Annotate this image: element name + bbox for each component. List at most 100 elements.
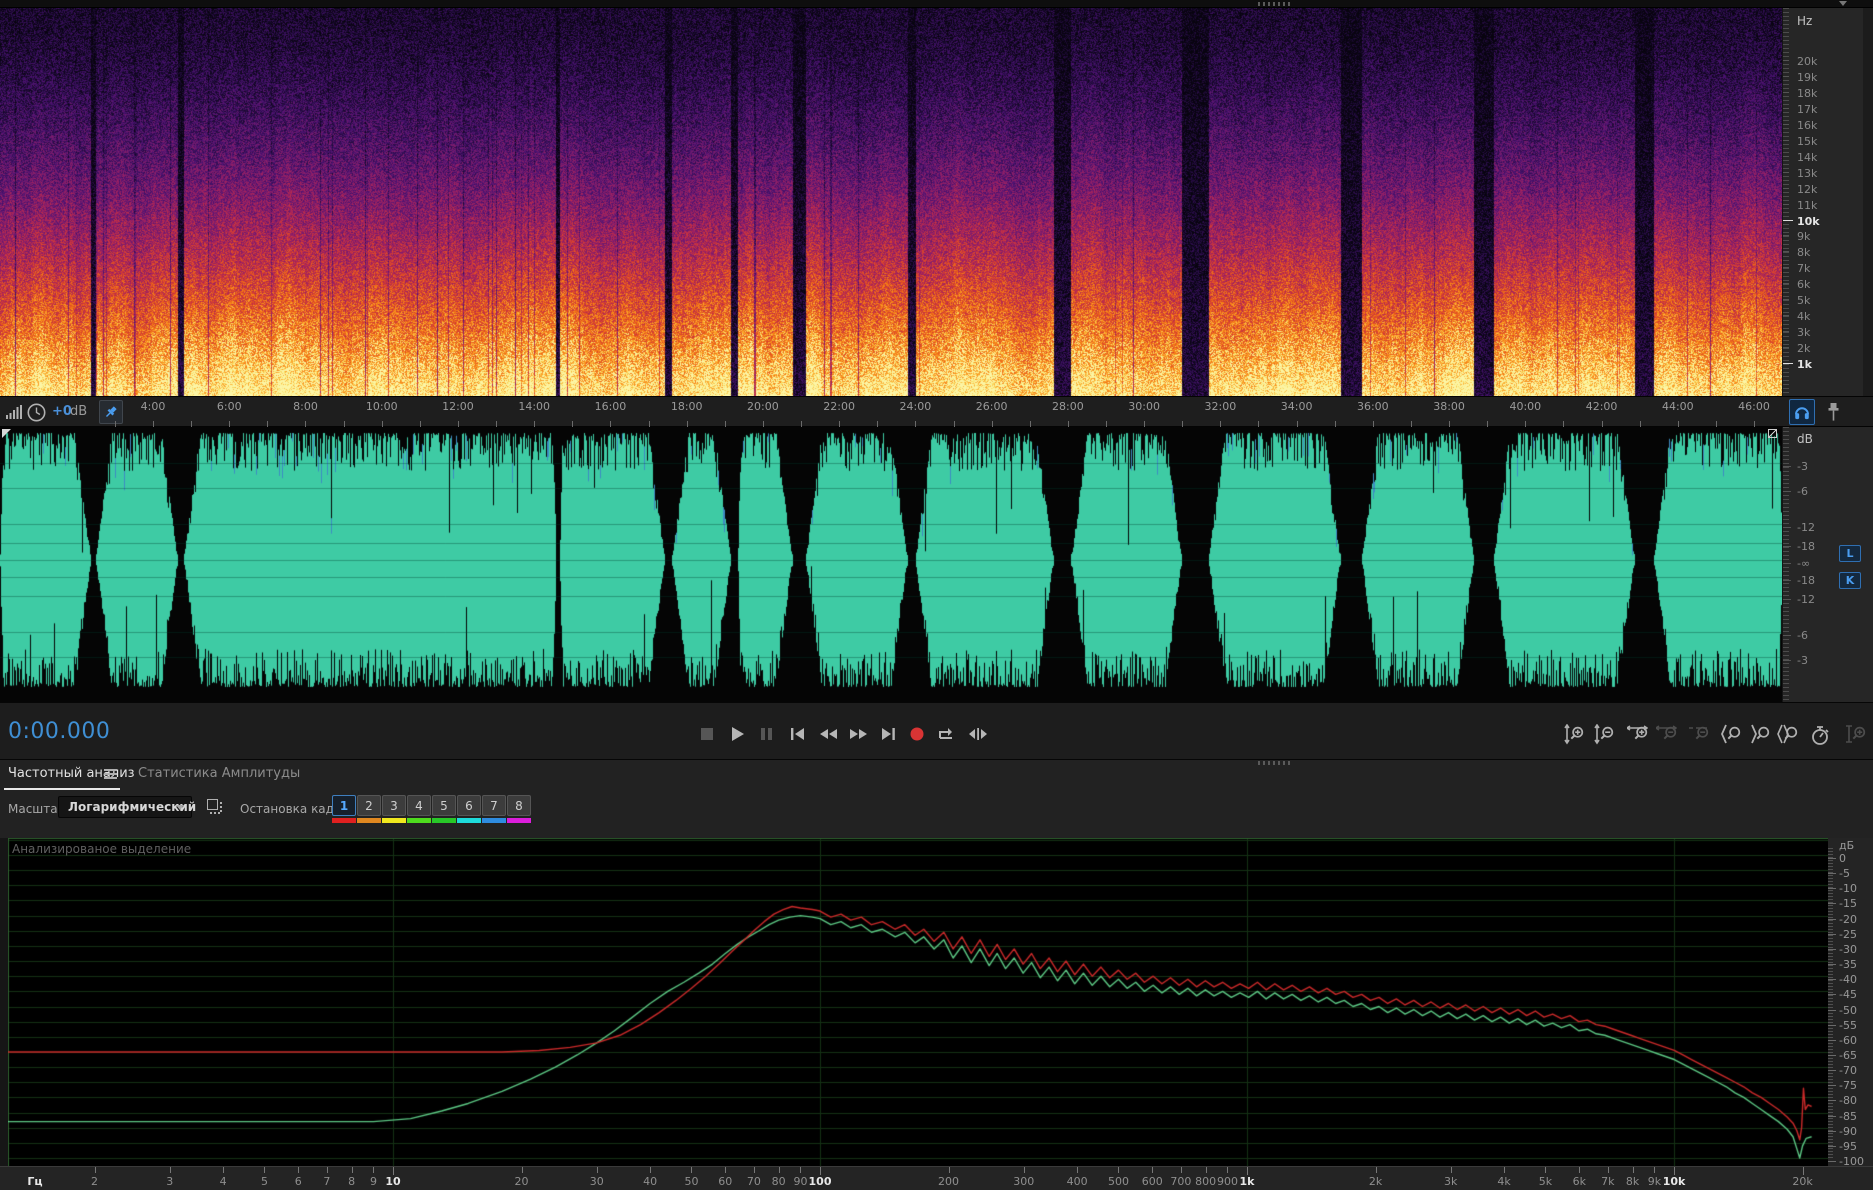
- hz-label-16k: 16k: [1797, 118, 1818, 132]
- hz-tick: [1783, 60, 1789, 61]
- plot-freq-label-700: 700: [1170, 1175, 1192, 1188]
- timeline-label: 22:00: [823, 400, 856, 413]
- hold-frame-button-8[interactable]: 8: [507, 795, 531, 816]
- timeline-ruler[interactable]: 4:00 6:00 8:00 10:00 12:00 14:00 16:00 18:00 20:…: [0, 397, 1782, 428]
- hz-tick: [1783, 299, 1789, 301]
- pause-button[interactable]: [752, 721, 780, 747]
- amplitude-scale-ruler[interactable]: dB LK -3 -3 -6 -6 -12 -12 -18 -18 -∞: [1782, 427, 1873, 702]
- spectrogram-panel: Hz 20k 19k 18k 17k 16k 15k 14k 13k 12k 11k 10k 9k 8k…: [0, 8, 1873, 396]
- vertical-scrollbar[interactable]: [1863, 8, 1873, 396]
- plot-freq-label-70: 70: [746, 1175, 761, 1188]
- waveform-panel: dB LK -3 -3 -6 -6 -12 -12 -18 -18 -∞: [0, 427, 1873, 702]
- waveform-canvas[interactable]: [0, 427, 1782, 702]
- plot-freq-tick: [94, 1167, 96, 1173]
- scrollbar-up-arrow[interactable]: [1839, 1, 1847, 6]
- zoom-reset-button[interactable]: [1684, 721, 1712, 747]
- hz-label-2k: 2k: [1797, 342, 1811, 356]
- hold-frame-button-2[interactable]: 2: [357, 795, 381, 816]
- plot-freq-label-100: 100: [808, 1175, 832, 1188]
- copy-frame-icon[interactable]: [206, 798, 224, 816]
- playhead-time-display[interactable]: 0:00.000: [8, 719, 110, 744]
- tab-amplitude-statistics[interactable]: Статистика Амплитуды: [138, 766, 300, 781]
- hz-label-14k: 14k: [1797, 150, 1818, 164]
- plot-freq-label-8: 8: [348, 1175, 356, 1188]
- panel-corner-grip[interactable]: [2, 429, 11, 438]
- hz-label-7k: 7k: [1797, 262, 1811, 276]
- hold-frame-button-6[interactable]: 6: [457, 795, 481, 816]
- timeline-label: 14:00: [518, 400, 551, 413]
- timeline-label: 42:00: [1585, 400, 1618, 413]
- timeline-label: 8:00: [293, 400, 318, 413]
- zoom-in-vertical-button[interactable]: [1559, 721, 1587, 747]
- plot-frequency-axis[interactable]: Гц 2 3 4 5 6 7 8 9 10 20 30 40 50 60 70 80 90 100 200 300 400…: [0, 1166, 1873, 1190]
- plot-freq-label-5k: 5k: [1538, 1175, 1553, 1188]
- hz-label-10k: 10k: [1797, 214, 1820, 228]
- zoom-in-horizontal-button[interactable]: [1623, 721, 1651, 747]
- hz-label-9k: 9k: [1797, 230, 1811, 244]
- loop-playback-button[interactable]: [932, 721, 960, 747]
- panel-corner-grip-right[interactable]: [1768, 429, 1777, 438]
- hold-frame-button-7[interactable]: 7: [482, 795, 506, 816]
- play-button[interactable]: [723, 721, 751, 747]
- plot-freq-label-90: 90: [793, 1175, 808, 1188]
- skip-selection-button[interactable]: [964, 721, 992, 747]
- hz-label-18k: 18k: [1797, 86, 1818, 100]
- channel-button-K[interactable]: K: [1839, 572, 1861, 589]
- db-tick: [1783, 635, 1791, 636]
- hold-frame-button-1[interactable]: 1: [332, 795, 356, 816]
- plot-freq-label-80: 80: [771, 1175, 786, 1188]
- plot-freq-tick: [1227, 1167, 1229, 1173]
- timeline-label: 10:00: [365, 400, 398, 413]
- plot-db-tick: [1828, 1024, 1836, 1026]
- hz-label-13k: 13k: [1797, 166, 1818, 180]
- zoom-out-point-button[interactable]: [1745, 721, 1773, 747]
- go-to-start-button[interactable]: [783, 721, 811, 747]
- plot-freq-label-50: 50: [684, 1175, 699, 1188]
- hold-frame-color-3: [382, 818, 406, 823]
- hold-frame-button-3[interactable]: 3: [382, 795, 406, 816]
- plot-db-tick: [1828, 903, 1836, 905]
- plot-freq-tick: [800, 1167, 802, 1173]
- hz-tick: [1783, 155, 1789, 157]
- scale-dropdown[interactable]: Логарифмический: [58, 796, 196, 818]
- panel-grip-dots[interactable]: [1258, 761, 1292, 765]
- panel-menu-icon[interactable]: [104, 769, 117, 779]
- panel-grip-dots[interactable]: [1258, 2, 1292, 6]
- hz-tick: [1783, 187, 1789, 189]
- plot-freq-label-5: 5: [260, 1175, 268, 1188]
- frequency-plot-canvas[interactable]: [8, 838, 1828, 1166]
- plot-db-label: -60: [1839, 1033, 1857, 1047]
- pin-panel-icon[interactable]: [1822, 400, 1844, 424]
- frequency-scale-ruler[interactable]: Hz 20k 19k 18k 17k 16k 15k 14k 13k 12k 11k 10k 9k 8k…: [1782, 8, 1863, 396]
- timeline-label: 16:00: [594, 400, 627, 413]
- zoom-selection-button[interactable]: [1773, 721, 1801, 747]
- frequency-scale-title: Hz: [1797, 14, 1813, 28]
- plot-db-tick: [1828, 1054, 1836, 1056]
- channel-button-L[interactable]: L: [1839, 545, 1861, 562]
- plot-freq-tick: [351, 1167, 353, 1173]
- monitor-headphones-button[interactable]: [1789, 399, 1815, 425]
- record-button[interactable]: [903, 721, 931, 747]
- timed-record-button[interactable]: [1805, 721, 1833, 747]
- timeline-label: 34:00: [1280, 400, 1313, 413]
- plot-freq-tick: [1205, 1167, 1207, 1173]
- stop-button[interactable]: [693, 721, 721, 747]
- zoom-full-button[interactable]: [1841, 721, 1869, 747]
- zoom-out-vertical-button[interactable]: [1589, 721, 1617, 747]
- go-to-end-button[interactable]: [874, 721, 902, 747]
- plot-freq-tick: [1180, 1167, 1182, 1173]
- zoom-in-point-button[interactable]: [1716, 721, 1744, 747]
- plot-freq-tick: [1023, 1167, 1025, 1173]
- db-tick: [1783, 599, 1791, 600]
- plot-freq-tick: [1152, 1167, 1154, 1173]
- rewind-button[interactable]: [814, 721, 842, 747]
- fast-forward-button[interactable]: [844, 721, 872, 747]
- hold-frame-button-4[interactable]: 4: [407, 795, 431, 816]
- hold-frame-button-5[interactable]: 5: [432, 795, 456, 816]
- frequency-analysis-panel: Частотный анализ Статистика Амплитуды Мас…: [0, 760, 1873, 1190]
- plot-db-axis[interactable]: дБ 0 -5 -10 -15 -20 -25 -30 -35 -40 -45 -50 -55 -60-…: [1828, 838, 1873, 1167]
- spectrogram-canvas[interactable]: [0, 8, 1782, 396]
- hz-tick: [1783, 347, 1789, 349]
- zoom-out-horizontal-button[interactable]: [1652, 721, 1680, 747]
- plot-freq-label-9k: 9k: [1647, 1175, 1662, 1188]
